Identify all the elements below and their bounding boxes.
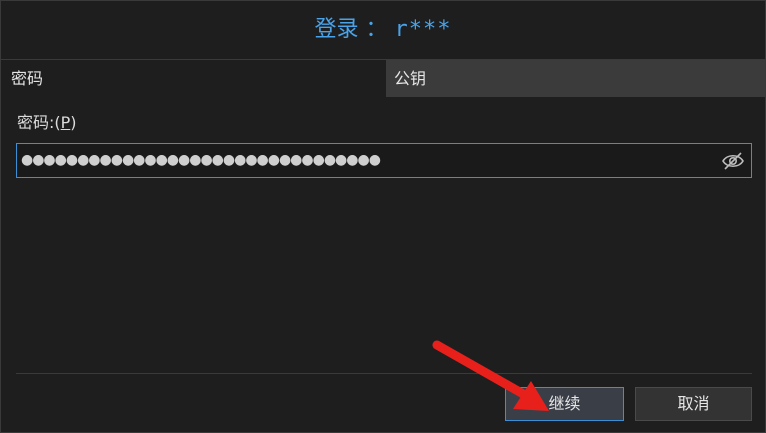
password-label-mnemonic: P — [60, 113, 71, 132]
continue-button[interactable]: 继续 — [505, 387, 624, 421]
dialog-title: 登录 ： r*** — [1, 1, 765, 60]
password-input[interactable]: ●●●●●●●●●●●●●●●●●●●●●●●●●●●●●●●● — [16, 143, 752, 178]
password-label: 密码:(P) — [17, 109, 77, 133]
tab-public-key-label: 公钥 — [394, 69, 427, 88]
title-prefix: 登录 ： — [314, 17, 395, 42]
tab-password-label: 密码 — [11, 69, 44, 88]
password-masked-value: ●●●●●●●●●●●●●●●●●●●●●●●●●●●●●●●● — [21, 152, 381, 168]
title-username: r*** — [394, 17, 452, 42]
login-dialog: 登录 ： r*** 密码 公钥 密码:(P) ●●●●●●●●●●●●●●●●●… — [0, 0, 766, 433]
cancel-button-label: 取消 — [677, 394, 710, 413]
tab-public-key[interactable]: 公钥 — [386, 60, 765, 97]
password-label-text: 密码:( — [17, 113, 61, 132]
footer-divider — [16, 373, 752, 374]
auth-tabs: 密码 公钥 — [1, 60, 765, 97]
toggle-visibility-button[interactable] — [721, 150, 745, 172]
password-label-suffix: ) — [70, 113, 77, 132]
continue-button-label: 继续 — [548, 394, 581, 413]
cancel-button[interactable]: 取消 — [635, 387, 752, 421]
tab-password[interactable]: 密码 — [1, 60, 386, 97]
eye-slash-icon — [722, 152, 744, 170]
